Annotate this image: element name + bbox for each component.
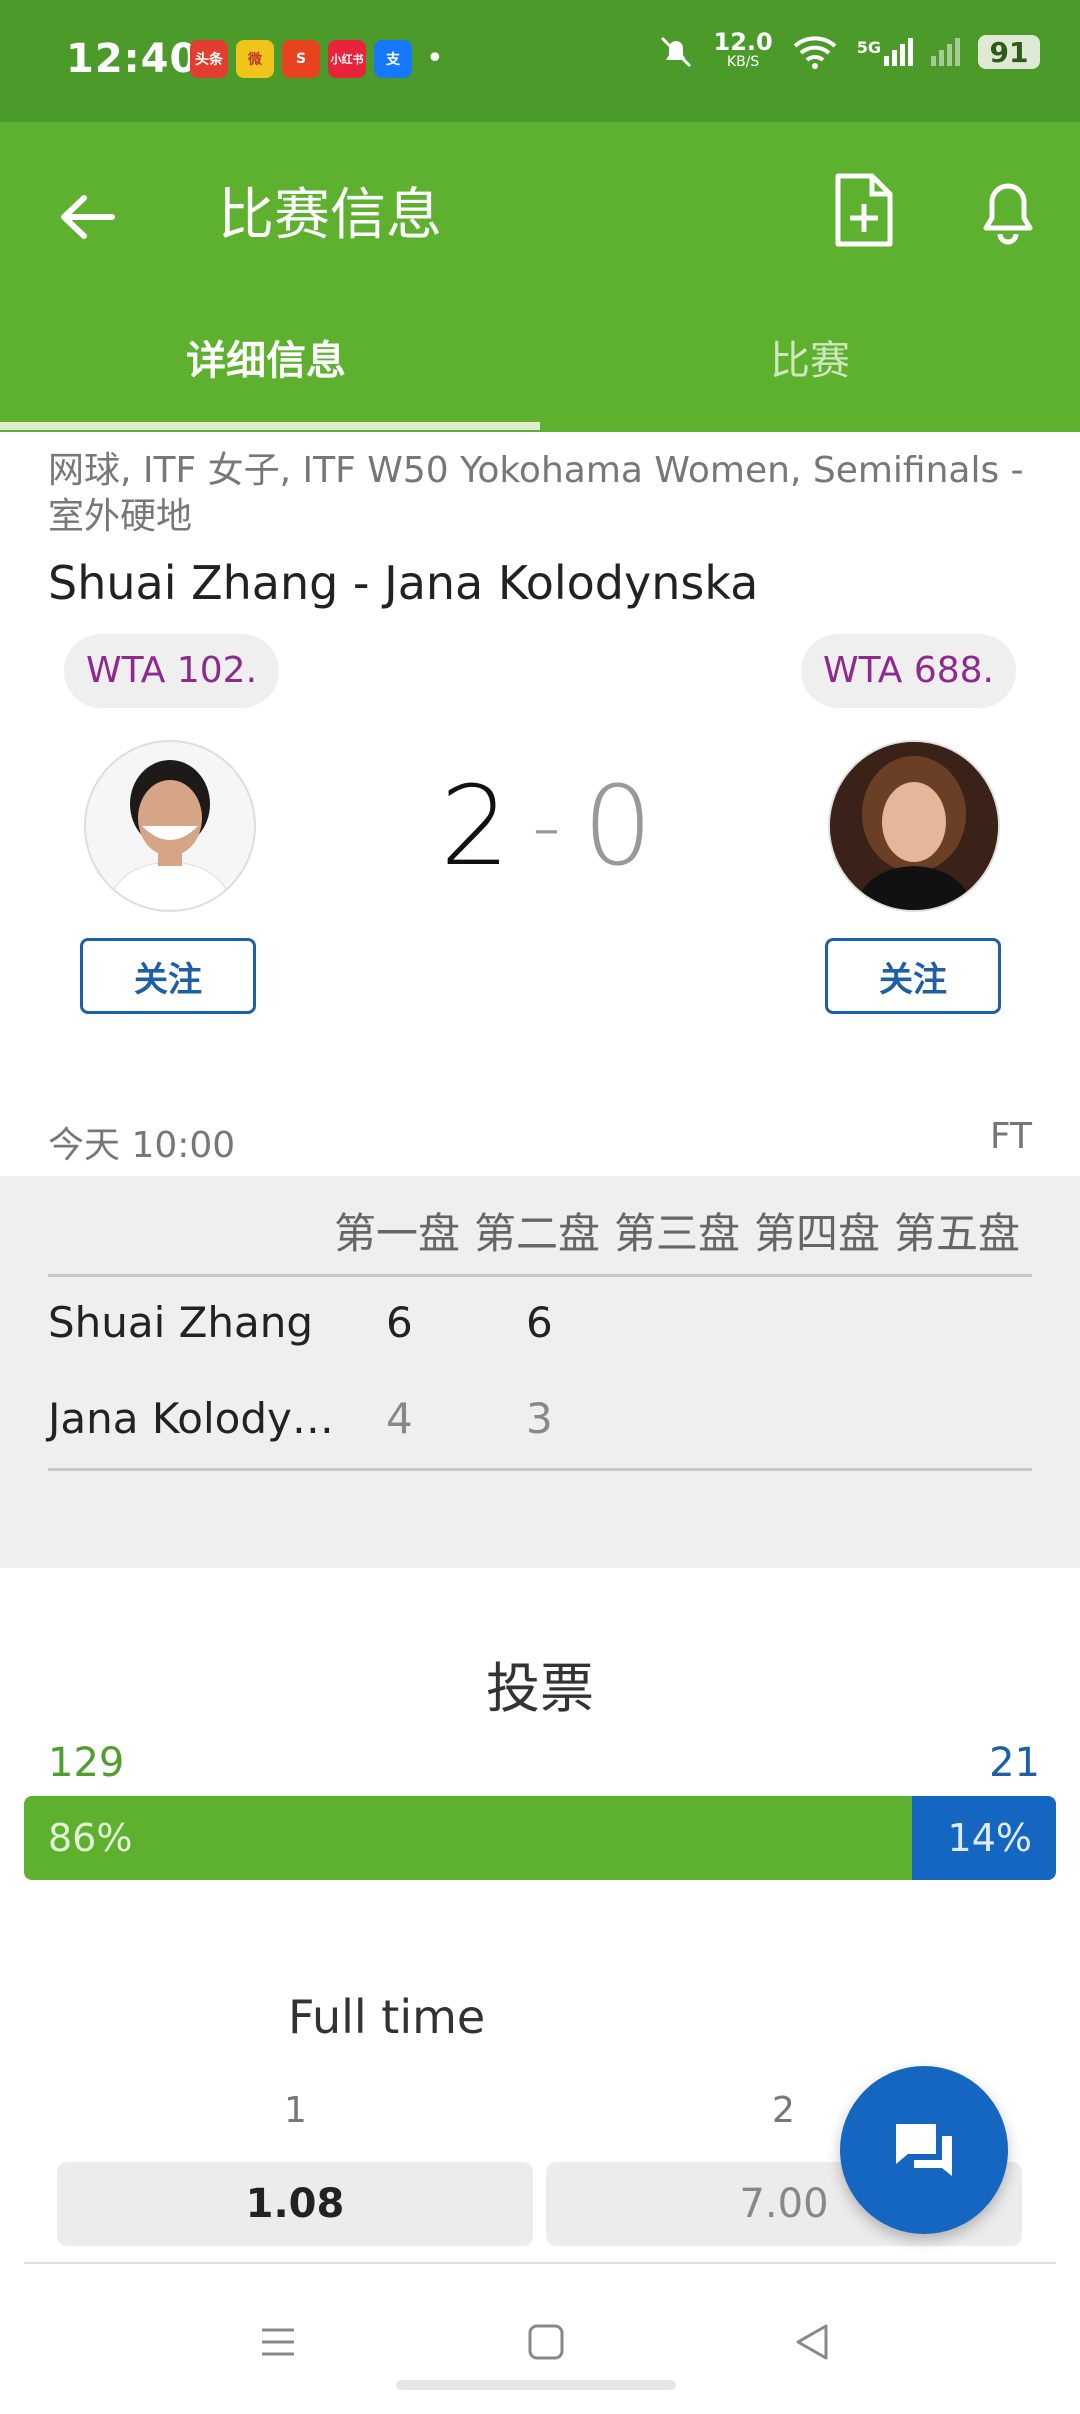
battery-indicator: 91 xyxy=(978,35,1040,69)
row1-set2-score: 6 xyxy=(526,1298,553,1347)
s-app-icon: S xyxy=(282,40,320,78)
player2-photo xyxy=(830,742,998,910)
away-score: 0 xyxy=(582,762,653,890)
net-speed: 12.0 KB/S xyxy=(713,28,773,72)
gesture-pill xyxy=(396,2380,676,2390)
set-header-3: 第三盘 xyxy=(614,1209,741,1258)
net-speed-value: 12.0 xyxy=(713,28,773,56)
set-header-4: 第四盘 xyxy=(754,1209,881,1258)
row2-player-name: Jana Kolody… xyxy=(48,1394,334,1443)
weibo-app-icon: 微 xyxy=(236,40,274,78)
tab-matches[interactable]: 比赛 xyxy=(770,328,850,386)
vote-title: 投票 xyxy=(486,1657,594,1720)
vote-bar-left[interactable]: 86% xyxy=(24,1796,912,1880)
vote-right-count: 21 xyxy=(989,1740,1040,1786)
add-document-icon[interactable] xyxy=(832,172,896,248)
menu-icon[interactable] xyxy=(256,2320,300,2364)
odds-title: Full time xyxy=(288,1990,486,2044)
vote-bar-right[interactable]: 14% xyxy=(911,1796,1056,1880)
toutiao-app-icon: 头条 xyxy=(190,40,228,78)
alipay-app-icon: 支 xyxy=(374,40,412,78)
player2-follow-button[interactable]: 关注 xyxy=(825,938,1001,1014)
match-title: Shuai Zhang - Jana Kolodynska xyxy=(48,556,759,610)
match-status: FT xyxy=(989,1116,1032,1157)
row2-set2-score: 3 xyxy=(526,1394,553,1443)
row1-set1-score: 6 xyxy=(386,1298,413,1347)
vote-left-count: 129 xyxy=(48,1740,125,1786)
mute-icon xyxy=(660,36,691,68)
player1-photo xyxy=(86,742,254,910)
status-time: 12:40 xyxy=(66,36,199,82)
signal-secondary-icon xyxy=(931,38,960,66)
player1-follow-button[interactable]: 关注 xyxy=(80,938,256,1014)
chat-fab[interactable] xyxy=(840,2066,1008,2234)
score-separator: - xyxy=(532,780,561,873)
network-type: 5G xyxy=(856,38,881,57)
row1-player-name: Shuai Zhang xyxy=(48,1298,314,1347)
player2-avatar[interactable] xyxy=(828,740,1000,912)
system-nav-bar xyxy=(0,2290,1080,2414)
player1-rank-badge[interactable]: WTA 102. xyxy=(64,634,280,708)
xiaohongshu-app-icon: 小红书 xyxy=(328,40,366,78)
signal-5g-icon: 5G xyxy=(857,38,913,66)
tab-indicator xyxy=(0,422,540,430)
status-right: 12.0 KB/S 5G 91 xyxy=(656,28,1040,72)
sets-table: 第一盘 第二盘 第三盘 第四盘 第五盘 Shuai Zhang 6 6 Jana… xyxy=(0,1176,1080,1568)
odds-label-1: 1 xyxy=(284,2090,307,2131)
net-speed-unit: KB/S xyxy=(726,54,760,70)
match-time: 今天 10:00 xyxy=(48,1125,236,1166)
player1-avatar[interactable] xyxy=(84,740,256,912)
set-header-2: 第二盘 xyxy=(474,1209,601,1258)
table-divider xyxy=(48,1274,1032,1277)
match-score: 2-0 xyxy=(440,762,653,890)
set-header-5: 第五盘 xyxy=(894,1209,1021,1258)
player2-rank-badge[interactable]: WTA 688. xyxy=(800,634,1016,708)
odds-home-button[interactable]: 1.08 xyxy=(57,2162,533,2246)
tab-details[interactable]: 详细信息 xyxy=(186,328,346,386)
set-header-1: 第一盘 xyxy=(334,1209,461,1258)
home-square-icon[interactable] xyxy=(524,2320,568,2364)
notification-icons: 头条 微 S 小红书 支 • xyxy=(190,40,444,78)
back-triangle-icon[interactable] xyxy=(790,2320,834,2364)
chat-icon xyxy=(896,2124,952,2176)
home-score: 2 xyxy=(440,762,510,890)
status-bar: 12:40 头条 微 S 小红书 支 • 12.0 KB/S 5G 91 xyxy=(0,0,1080,122)
vote-bar[interactable]: 86% 14% xyxy=(24,1796,1056,1880)
more-notifications-dot: • xyxy=(426,41,444,76)
odds-label-2: 2 xyxy=(772,2090,795,2131)
bell-icon[interactable] xyxy=(976,172,1040,248)
table-bottom-divider xyxy=(48,1468,1032,1471)
back-arrow-icon[interactable] xyxy=(52,182,122,252)
app-bar: 比赛信息 详细信息 比赛 xyxy=(0,122,1080,432)
page-title: 比赛信息 xyxy=(218,183,442,248)
section-divider xyxy=(24,2262,1056,2264)
breadcrumb[interactable]: 网球, ITF 女子, ITF W50 Yokohama Women, Semi… xyxy=(48,448,1038,540)
match-time-row: 今天 10:00 FT xyxy=(48,1116,1032,1168)
wifi-icon xyxy=(793,36,837,69)
row2-set1-score: 4 xyxy=(386,1394,413,1443)
